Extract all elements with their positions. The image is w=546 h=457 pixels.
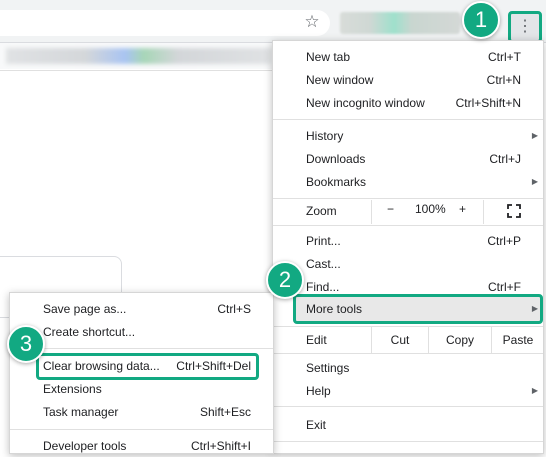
menu-item-history[interactable]: History ▶ (273, 125, 543, 147)
submenu-item-extensions[interactable]: Extensions (10, 378, 273, 400)
menu-item-label: History (306, 129, 344, 143)
copy-label: Copy (445, 333, 474, 347)
zoom-label: Zoom (306, 204, 337, 218)
paste-label: Paste (502, 333, 534, 347)
edit-row: Edit Cut Copy Paste (273, 327, 543, 353)
menu-item-new-incognito-window[interactable]: New incognito window Ctrl+Shift+N (273, 92, 543, 114)
menu-item-cast[interactable]: Cast... (273, 253, 543, 275)
omnibox[interactable] (0, 10, 330, 36)
menu-item-label: Downloads (306, 152, 366, 166)
submenu-arrow-icon: ▶ (531, 177, 538, 186)
highlight-clear-browsing-data (36, 353, 259, 380)
copy-button[interactable]: Copy (428, 327, 491, 353)
menu-item-shortcut: Ctrl+P (487, 234, 521, 248)
menu-separator (273, 406, 543, 407)
menu-separator (10, 348, 273, 349)
highlight-more-tools (293, 294, 543, 324)
menu-item-label: Create shortcut... (43, 325, 136, 339)
submenu-arrow-icon: ▶ (531, 386, 538, 395)
submenu-item-task-manager[interactable]: Task manager Shift+Esc (10, 401, 273, 423)
step-3-badge: 3 (7, 325, 45, 363)
chrome-menu: New tab Ctrl+T New window Ctrl+N New inc… (272, 40, 544, 454)
browser-menu-button[interactable]: ⋮ (508, 11, 542, 43)
menu-item-label: Save page as... (43, 302, 127, 316)
menu-item-downloads[interactable]: Downloads Ctrl+J (273, 148, 543, 170)
menu-separator (273, 119, 543, 120)
menu-item-new-window[interactable]: New window Ctrl+N (273, 69, 543, 91)
zoom-level: 100% (415, 202, 446, 216)
menu-item-label: Settings (306, 361, 350, 375)
cut-button[interactable]: Cut (371, 327, 428, 353)
menu-separator (273, 225, 543, 226)
zoom-out-button[interactable]: − (387, 202, 394, 216)
zoom-divider (483, 200, 484, 224)
three-dot-menu-icon: ⋮ (517, 18, 533, 35)
blurred-bookmarks (6, 48, 271, 64)
menu-item-shortcut: Ctrl+Shift+N (455, 96, 521, 110)
zoom-row: Zoom − 100% + (273, 199, 543, 225)
menu-item-label: New window (306, 73, 374, 87)
fullscreen-icon[interactable] (507, 204, 521, 218)
submenu-item-save-page[interactable]: Save page as... Ctrl+S (10, 298, 273, 320)
menu-item-shortcut: Ctrl+S (217, 302, 251, 316)
menu-item-label: Print... (306, 234, 341, 248)
submenu-item-create-shortcut[interactable]: Create shortcut... (10, 321, 273, 343)
menu-item-shortcut: Shift+Esc (199, 405, 251, 419)
menu-item-shortcut: Ctrl+T (488, 50, 521, 64)
submenu-arrow-icon: ▶ (531, 131, 538, 140)
menu-separator (273, 353, 543, 354)
blurred-extensions (340, 12, 460, 34)
menu-item-settings[interactable]: Settings (273, 357, 543, 379)
menu-item-label: Task manager (43, 405, 119, 419)
menu-item-label: New tab (306, 50, 351, 64)
menu-item-shortcut: Ctrl+J (489, 152, 521, 166)
cut-label: Cut (390, 333, 410, 347)
edit-label: Edit (306, 333, 327, 347)
menu-item-shortcut: Ctrl+N (486, 73, 521, 87)
menu-item-bookmarks[interactable]: Bookmarks ▶ (273, 171, 543, 193)
menu-item-help[interactable]: Help ▶ (273, 380, 543, 402)
menu-item-label: Exit (306, 418, 327, 432)
menu-separator (10, 429, 273, 430)
step-1-badge: 1 (462, 1, 500, 39)
menu-item-label: Help (306, 384, 331, 398)
page-divider (0, 70, 280, 71)
menu-item-print[interactable]: Print... Ctrl+P (273, 230, 543, 252)
menu-item-exit[interactable]: Exit (273, 414, 543, 436)
menu-item-label: Cast... (306, 257, 341, 271)
menu-item-label: Bookmarks (306, 175, 367, 189)
menu-item-new-tab[interactable]: New tab Ctrl+T (273, 46, 543, 68)
zoom-in-button[interactable]: + (459, 202, 466, 216)
menu-item-label: Extensions (43, 382, 102, 396)
star-icon[interactable]: ☆ (302, 12, 322, 32)
menu-separator (273, 441, 543, 442)
paste-button[interactable]: Paste (491, 327, 544, 353)
menu-item-label: New incognito window (306, 96, 425, 110)
step-2-badge: 2 (266, 261, 304, 299)
